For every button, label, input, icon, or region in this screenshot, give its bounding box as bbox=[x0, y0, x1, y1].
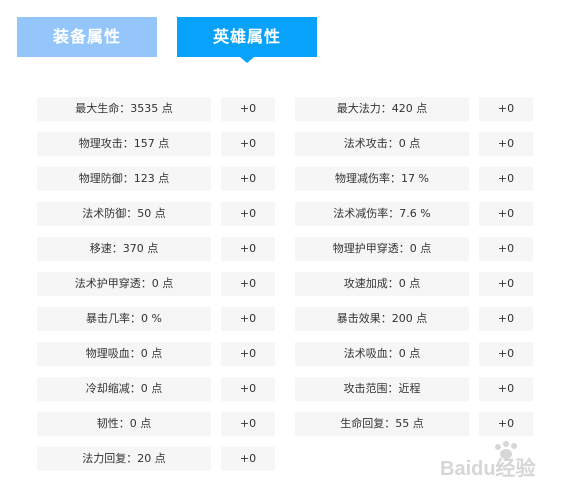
attribute-label-right: 生命回复：55 点 bbox=[295, 412, 469, 436]
attribute-label-right: 法术减伤率：7.6 % bbox=[295, 202, 469, 226]
attribute-label-left: 冷却缩减：0 点 bbox=[37, 377, 211, 401]
attribute-bonus-right: +0 bbox=[479, 412, 533, 436]
attribute-label-right: 物理护甲穿透：0 点 bbox=[295, 237, 469, 261]
attribute-label-left: 暴击几率：0 % bbox=[37, 307, 211, 331]
tab-hero-attributes[interactable]: 英雄属性 bbox=[177, 17, 317, 57]
attribute-bonus-right: +0 bbox=[479, 132, 533, 156]
attribute-bonus-left: +0 bbox=[221, 342, 275, 366]
attribute-label-left: 韧性：0 点 bbox=[37, 412, 211, 436]
attribute-label-left: 法力回复：20 点 bbox=[37, 447, 211, 471]
attribute-label-left: 物理攻击：157 点 bbox=[37, 132, 211, 156]
attribute-bonus-right: +0 bbox=[479, 237, 533, 261]
attribute-bonus-right: +0 bbox=[479, 377, 533, 401]
watermark-text: Baidu经验 bbox=[440, 456, 536, 480]
attribute-label-left: 物理吸血：0 点 bbox=[37, 342, 211, 366]
tab-equipment-attributes[interactable]: 装备属性 bbox=[17, 17, 157, 57]
attribute-label-right: 最大法力：420 点 bbox=[295, 97, 469, 121]
attribute-label-right: 法术吸血：0 点 bbox=[295, 342, 469, 366]
attribute-label-left: 移速：370 点 bbox=[37, 237, 211, 261]
active-tab-indicator bbox=[240, 57, 254, 63]
attribute-label-right: 法术攻击：0 点 bbox=[295, 132, 469, 156]
attribute-label-right: 攻速加成：0 点 bbox=[295, 272, 469, 296]
attribute-bonus-right: +0 bbox=[479, 307, 533, 331]
attribute-bonus-left: +0 bbox=[221, 377, 275, 401]
attribute-label-right: 暴击效果：200 点 bbox=[295, 307, 469, 331]
attribute-bonus-left: +0 bbox=[221, 272, 275, 296]
attribute-bonus-right: +0 bbox=[479, 167, 533, 191]
attribute-label-right: 物理减伤率：17 % bbox=[295, 167, 469, 191]
attribute-label-left: 法术护甲穿透：0 点 bbox=[37, 272, 211, 296]
attribute-bonus-left: +0 bbox=[221, 237, 275, 261]
attribute-bonus-left: +0 bbox=[221, 132, 275, 156]
baidu-watermark: Baidu经验 bbox=[436, 437, 546, 481]
attribute-label-left: 最大生命：3535 点 bbox=[37, 97, 211, 121]
attribute-label-left: 法术防御：50 点 bbox=[37, 202, 211, 226]
attribute-bonus-left: +0 bbox=[221, 412, 275, 436]
attribute-bonus-left: +0 bbox=[221, 447, 275, 471]
attribute-bonus-right: +0 bbox=[479, 202, 533, 226]
attribute-bonus-left: +0 bbox=[221, 167, 275, 191]
attribute-bonus-left: +0 bbox=[221, 202, 275, 226]
attribute-label-right: 攻击范围：近程 bbox=[295, 377, 469, 401]
attribute-label-left: 物理防御：123 点 bbox=[37, 167, 211, 191]
attribute-bonus-left: +0 bbox=[221, 307, 275, 331]
attribute-bonus-right: +0 bbox=[479, 97, 533, 121]
baidu-paw-icon: Baidu经验 bbox=[440, 441, 536, 480]
attribute-bonus-right: +0 bbox=[479, 342, 533, 366]
attribute-bonus-right: +0 bbox=[479, 272, 533, 296]
attribute-bonus-left: +0 bbox=[221, 97, 275, 121]
